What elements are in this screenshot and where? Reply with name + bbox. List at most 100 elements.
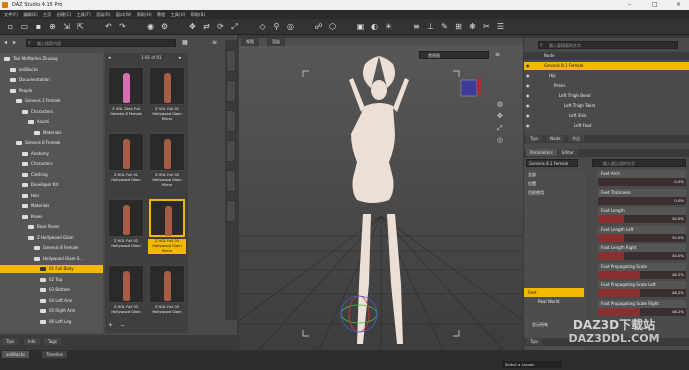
new-file-icon[interactable]: ▫ xyxy=(6,22,15,31)
node-weight-icon[interactable]: ◇ xyxy=(258,22,267,31)
back-icon[interactable]: ◂ xyxy=(4,39,7,46)
thumbnail[interactable] xyxy=(149,133,185,171)
scene-node[interactable]: ◉ Pelvis xyxy=(524,82,689,90)
category-currently-used[interactable]: 目前使用 xyxy=(524,188,584,197)
tree-item[interactable]: Hair xyxy=(0,192,103,200)
menu-file[interactable]: 文件(F) xyxy=(4,10,18,19)
page-prev-icon[interactable]: ◂ xyxy=(108,55,111,61)
scene-tab-nodes-cn[interactable]: 节点 xyxy=(568,135,584,142)
tree-item[interactable]: Azumi xyxy=(0,118,103,126)
parameter-slider[interactable]: Foot Length Right 30.0% xyxy=(598,244,686,261)
measure-icon[interactable]: ⊥ xyxy=(426,22,435,31)
strand-icon[interactable]: ✂ xyxy=(482,22,491,31)
scene-node[interactable]: ◉ Genesis 8.1 Female xyxy=(524,62,689,70)
tree-item[interactable]: 06 Left Leg xyxy=(0,318,103,326)
visibility-eye-icon[interactable]: ◉ xyxy=(526,72,530,80)
add-icon[interactable]: + xyxy=(108,322,113,329)
scene-node[interactable]: ◉ Hip xyxy=(524,72,689,80)
scripting-icon[interactable]: ☰ xyxy=(496,22,505,31)
parameter-slider[interactable]: Feet Arch 0.0% xyxy=(598,170,686,187)
side-tab-3[interactable] xyxy=(226,110,236,132)
visibility-eye-icon[interactable]: ◉ xyxy=(526,112,530,120)
tab-aniblocks[interactable]: aniBlocks xyxy=(2,351,29,358)
tab-parameters[interactable]: Parameters xyxy=(526,149,557,156)
menu-render[interactable]: 渲染(R) xyxy=(96,10,111,19)
scene-node[interactable]: ◉ Left Thigh Twist xyxy=(524,102,689,110)
scene-node[interactable]: ◉ Left Shin xyxy=(524,112,689,120)
joint-editor-icon[interactable]: ⚲ xyxy=(272,22,281,31)
minimize-icon[interactable]: – xyxy=(628,1,631,8)
visibility-eye-icon[interactable]: ◉ xyxy=(526,102,530,110)
forward-icon[interactable]: ▸ xyxy=(13,39,16,46)
viewport[interactable]: 视图 渲染 透视图 ≡ ◍ ✥ ⤢ ◎ xyxy=(239,38,523,350)
menu-tools[interactable]: 工具(T) xyxy=(76,10,90,19)
region-nav-icon[interactable]: ⊞ xyxy=(454,22,463,31)
spot-render-icon[interactable]: ▣ xyxy=(356,22,365,31)
page-next-icon[interactable]: ▸ xyxy=(179,55,182,61)
undo-icon[interactable]: ↶ xyxy=(104,22,113,31)
thumbnail[interactable] xyxy=(108,265,144,303)
tab-tags[interactable]: Tags xyxy=(44,338,61,345)
frame-icon[interactable]: ◎ xyxy=(497,136,503,144)
tree-item[interactable]: Materials xyxy=(0,202,103,210)
menu-edit[interactable]: 编辑(E) xyxy=(23,10,37,19)
redo-icon[interactable]: ↷ xyxy=(118,22,127,31)
viewport-options-icon[interactable]: ≡ xyxy=(495,51,500,58)
scene-node[interactable]: ◉ Left Foot xyxy=(524,122,689,130)
slider-track[interactable]: 30.0% xyxy=(598,233,686,242)
menu-window[interactable]: 窗口(W) xyxy=(116,10,132,19)
light-icon[interactable]: ☀ xyxy=(384,22,393,31)
rotate-icon[interactable]: ⟳ xyxy=(216,22,225,31)
open-icon[interactable]: ▭ xyxy=(20,22,29,31)
tree-item[interactable]: People xyxy=(0,87,103,95)
tree-item[interactable]: Anatomy xyxy=(0,150,103,158)
side-tab-4[interactable] xyxy=(226,140,236,162)
parameter-slider[interactable]: Foot Propagating Scale 48.2% xyxy=(598,262,686,280)
tree-item[interactable]: Poses xyxy=(0,213,103,221)
save-icon[interactable]: ▪ xyxy=(34,22,43,31)
slider-track[interactable]: 48.2% xyxy=(598,270,686,279)
library-menu-icon[interactable]: ≡ xyxy=(212,39,217,46)
slider-value[interactable]: 48.2% xyxy=(672,289,684,297)
visibility-eye-icon[interactable]: ◉ xyxy=(526,122,530,130)
render-settings-icon[interactable]: ⚙ xyxy=(160,22,169,31)
camera-select[interactable]: 透视图 xyxy=(419,51,489,59)
align-icon[interactable]: ≡ xyxy=(412,22,421,31)
category-position[interactable]: 位置 xyxy=(524,179,584,188)
slider-value[interactable]: 0.0% xyxy=(674,197,684,205)
zoom-icon[interactable]: ⤢ xyxy=(497,124,503,133)
import-icon[interactable]: ⇲ xyxy=(62,22,71,31)
slider-track[interactable]: 30.0% xyxy=(598,215,686,223)
scene-node[interactable]: ◉ Left Thigh Bend xyxy=(524,92,689,100)
visibility-eye-icon[interactable]: ◉ xyxy=(526,62,530,70)
close-icon[interactable]: × xyxy=(676,1,681,8)
parameter-slider[interactable]: Foot Propagating Scale Left 48.2% xyxy=(598,281,686,298)
slider-value[interactable]: 0.0% xyxy=(674,178,684,186)
lesson-select[interactable]: Select a Lesson xyxy=(502,361,562,368)
view-mode-icon[interactable]: ▦ xyxy=(182,39,188,46)
tree-item[interactable]: 02 Top xyxy=(0,276,103,284)
tree-item[interactable]: Base Poses xyxy=(0,223,103,231)
geometry-editor-icon[interactable]: ⬡ xyxy=(328,22,337,31)
parameter-filter-input[interactable]: 输入要过滤的名字 xyxy=(592,159,686,167)
merge-icon[interactable]: ⊕ xyxy=(48,22,57,31)
tree-item[interactable]: 01 Full Body xyxy=(0,265,103,273)
tree-item[interactable]: Developer Kit xyxy=(0,181,103,189)
side-tab-2[interactable] xyxy=(226,80,236,102)
surface-selection-icon[interactable]: ◎ xyxy=(286,22,295,31)
orbit-icon[interactable]: ◍ xyxy=(497,100,503,108)
export-icon[interactable]: ⇱ xyxy=(76,22,85,31)
slider-value[interactable]: 30.0% xyxy=(672,252,684,260)
visibility-eye-icon[interactable]: ◉ xyxy=(526,82,530,90)
scene-search-input[interactable]: 输入要搜索的名字 xyxy=(538,41,678,49)
slider-value[interactable]: 30.0% xyxy=(672,215,684,223)
thumbnail[interactable] xyxy=(149,67,185,105)
universal-tool-icon[interactable]: ✥ xyxy=(188,22,197,31)
tree-item[interactable]: Clothing xyxy=(0,171,103,179)
slider-track[interactable]: 48.2% xyxy=(598,289,686,297)
scene-canvas[interactable] xyxy=(239,46,523,350)
tab-info[interactable]: Info xyxy=(24,338,40,345)
visibility-eye-icon[interactable]: ◉ xyxy=(526,92,530,100)
slider-track[interactable]: 0.0% xyxy=(598,196,686,205)
tree-item[interactable]: 04 Left Arm xyxy=(0,297,103,305)
